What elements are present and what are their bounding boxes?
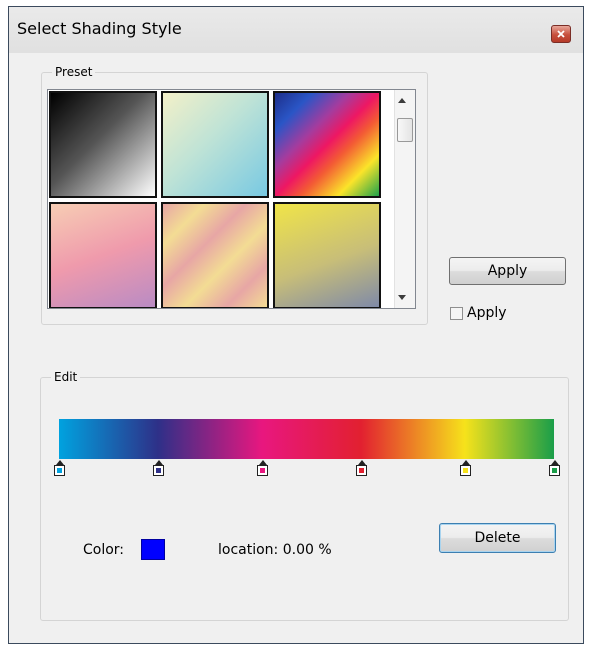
preset-swatch-yellow-slate[interactable] — [273, 202, 381, 308]
gradient-stop-marker[interactable] — [355, 460, 367, 477]
preset-swatch-rainbow[interactable] — [273, 91, 381, 198]
apply-checkbox[interactable] — [450, 306, 463, 320]
apply-checkbox-label: Apply — [467, 305, 507, 321]
gradient-stop-marker[interactable] — [54, 460, 65, 477]
gradient-preview-bar[interactable] — [59, 419, 554, 459]
selected-color-swatch[interactable] — [141, 539, 165, 560]
gradient-stop-marker[interactable] — [459, 460, 471, 477]
delete-button[interactable]: Delete — [439, 523, 556, 553]
preset-swatch-pastel-stripes[interactable] — [161, 202, 269, 308]
color-label: Color: — [83, 542, 125, 558]
gradient-stop-marker[interactable] — [549, 460, 560, 477]
apply-checkbox-row[interactable]: Apply — [450, 305, 507, 321]
gradient-stop-marker[interactable] — [256, 460, 268, 477]
close-icon — [557, 30, 565, 38]
edit-legend: Edit — [51, 370, 81, 384]
scroll-thumb[interactable] — [397, 118, 413, 142]
gradient-stop-marker[interactable] — [153, 460, 164, 477]
title-bar: Select Shading Style — [9, 7, 583, 53]
preset-swatch-peach-purple[interactable] — [49, 202, 157, 308]
close-button[interactable] — [551, 25, 571, 43]
preset-list[interactable] — [47, 89, 416, 309]
scroll-down-arrow-icon[interactable] — [398, 295, 406, 300]
preset-scrollbar[interactable] — [394, 90, 415, 308]
preset-swatch-black-white[interactable] — [49, 91, 157, 198]
window-title: Select Shading Style — [17, 19, 182, 38]
apply-button[interactable]: Apply — [449, 257, 566, 285]
scroll-up-arrow-icon[interactable] — [398, 98, 406, 103]
edit-group: Edit — [40, 370, 569, 621]
preset-swatch-cream-cyan[interactable] — [161, 91, 269, 198]
location-readout: location: 0.00 % — [218, 542, 332, 558]
preset-grid — [49, 91, 381, 308]
preset-legend: Preset — [52, 65, 96, 79]
